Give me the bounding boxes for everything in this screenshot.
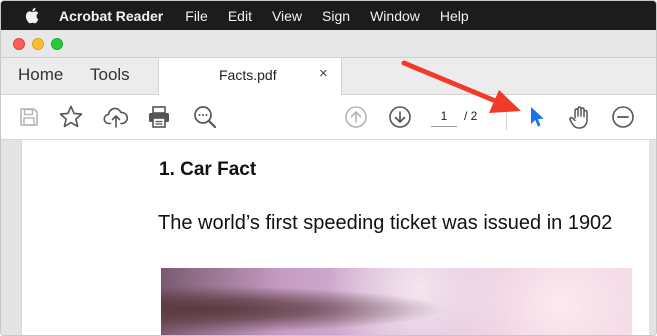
close-tab-icon[interactable]: × [319, 65, 328, 82]
hand-tool-icon[interactable] [567, 104, 593, 130]
close-window-button[interactable] [13, 38, 25, 50]
document-paragraph: The world’s first speeding ticket was is… [158, 212, 613, 234]
menu-sign[interactable]: Sign [322, 8, 350, 24]
zoom-search-icon[interactable] [192, 104, 218, 130]
menu-view[interactable]: View [272, 8, 302, 24]
tab-tools[interactable]: Tools [90, 58, 130, 94]
minimize-window-button[interactable] [32, 38, 44, 50]
menu-help[interactable]: Help [440, 8, 469, 24]
menu-app-name[interactable]: Acrobat Reader [59, 8, 163, 24]
tab-home[interactable]: Home [18, 58, 63, 94]
next-page-icon[interactable] [387, 104, 413, 130]
save-icon[interactable] [16, 104, 42, 130]
menu-edit[interactable]: Edit [228, 8, 252, 24]
mac-menu-bar: Acrobat Reader File Edit View Sign Windo… [1, 1, 656, 30]
pdf-page[interactable]: 1. Car Fact The world’s first speeding t… [21, 140, 649, 335]
print-icon[interactable] [146, 104, 172, 130]
app-window: Acrobat Reader File Edit View Sign Windo… [0, 0, 657, 336]
menu-window[interactable]: Window [370, 8, 420, 24]
document-tab-label: Facts.pdf [219, 67, 277, 83]
toolbar-divider [506, 105, 507, 130]
apple-icon[interactable] [25, 7, 39, 24]
zoom-window-button[interactable] [51, 38, 63, 50]
menu-file[interactable]: File [185, 8, 208, 24]
tab-bar: Home Tools Facts.pdf × [1, 58, 656, 95]
select-cursor-icon[interactable] [523, 104, 549, 130]
document-heading: 1. Car Fact [159, 159, 257, 180]
window-title-bar [1, 30, 656, 58]
tab-document[interactable]: Facts.pdf × [158, 58, 342, 95]
bookmark-star-icon[interactable] [58, 104, 84, 130]
page-total-label: / 2 [464, 109, 478, 123]
previous-page-icon[interactable] [343, 104, 369, 130]
page-number-input[interactable]: 1 [431, 106, 457, 127]
document-photo [161, 268, 632, 335]
cloud-upload-icon[interactable] [103, 104, 129, 130]
toolbar: 1 / 2 [1, 95, 656, 140]
zoom-out-icon[interactable] [610, 104, 636, 130]
document-viewer[interactable]: 1. Car Fact The world’s first speeding t… [1, 140, 656, 335]
